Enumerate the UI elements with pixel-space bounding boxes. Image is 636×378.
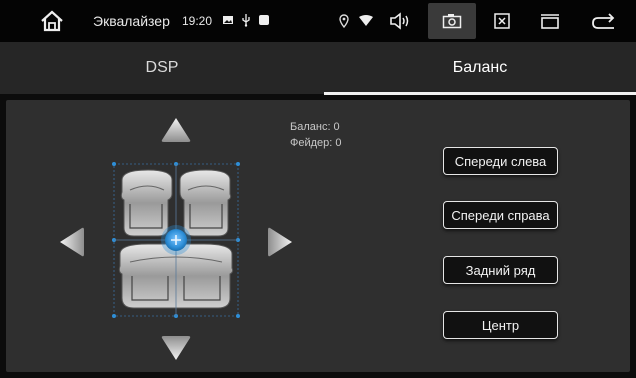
front-left-button[interactable]: Спереди слева bbox=[443, 147, 558, 175]
fader-value: Фейдер: 0 bbox=[290, 137, 342, 149]
wifi-status bbox=[356, 0, 376, 42]
app-title: Эквалайзер bbox=[93, 13, 170, 29]
location-icon bbox=[339, 14, 349, 28]
arrow-left-button[interactable] bbox=[58, 226, 86, 258]
arrow-up-button[interactable] bbox=[160, 116, 192, 144]
active-tab-indicator bbox=[324, 92, 636, 95]
recent-apps-icon bbox=[541, 14, 559, 29]
volume-button[interactable] bbox=[380, 0, 420, 42]
status-bar: Эквалайзер 19:20 bbox=[0, 0, 636, 42]
tab-balance[interactable]: Баланс bbox=[324, 42, 636, 94]
balance-knob[interactable] bbox=[161, 225, 191, 255]
close-button[interactable] bbox=[482, 0, 522, 42]
wifi-icon bbox=[359, 15, 373, 26]
tab-bar: DSP Баланс bbox=[0, 42, 636, 95]
front-left-seat-icon bbox=[120, 169, 173, 237]
tab-dsp[interactable]: DSP bbox=[0, 42, 324, 94]
rear-row-button[interactable]: Задний ряд bbox=[443, 256, 558, 284]
usb-icon bbox=[242, 14, 250, 27]
balance-value: Баланс: 0 bbox=[290, 121, 340, 133]
arrow-right-button[interactable] bbox=[266, 226, 294, 258]
front-right-seat-icon bbox=[179, 169, 232, 237]
front-right-button[interactable]: Спереди справа bbox=[443, 201, 558, 229]
screenshot-button[interactable] bbox=[428, 3, 476, 39]
location-status bbox=[334, 0, 354, 42]
seat-balance-grid[interactable] bbox=[108, 158, 244, 322]
screenshot-icon bbox=[442, 14, 462, 29]
center-button[interactable]: Центр bbox=[443, 311, 558, 339]
volume-icon bbox=[390, 12, 409, 30]
image-icon bbox=[223, 16, 233, 24]
back-icon bbox=[592, 13, 615, 29]
notification-icons bbox=[222, 13, 270, 27]
home-icon bbox=[41, 10, 63, 32]
recent-apps-button[interactable] bbox=[528, 0, 572, 42]
square-icon bbox=[259, 15, 269, 25]
close-icon bbox=[494, 13, 510, 29]
back-button[interactable] bbox=[582, 0, 626, 42]
arrow-down-button[interactable] bbox=[160, 334, 192, 362]
home-button[interactable] bbox=[24, 0, 80, 42]
clock: 19:20 bbox=[182, 14, 213, 28]
